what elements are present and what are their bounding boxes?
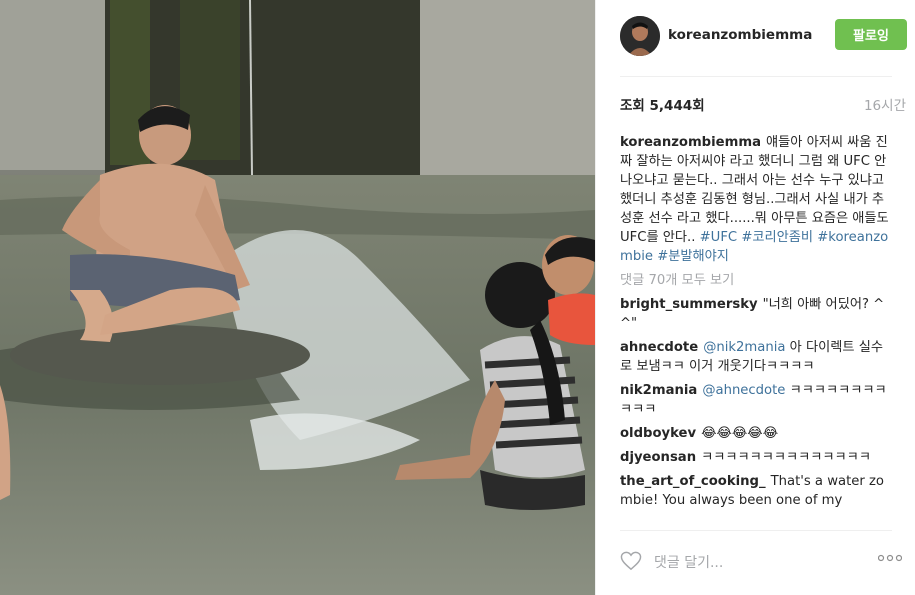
view-count: 조회 5,444회	[620, 98, 705, 114]
comment-text: 😂😂😂😂😂	[701, 426, 779, 441]
comment-mention[interactable]: @ahnecdote	[702, 383, 785, 398]
avatar-image	[620, 16, 660, 56]
divider	[620, 530, 892, 531]
comment-list: koreanzombiemma 얘들아 아저씨 싸움 진짜 잘하는 아저씨야 라고…	[620, 133, 895, 528]
heart-icon[interactable]	[620, 551, 642, 571]
comment-item: djyeonsan ㅋㅋㅋㅋㅋㅋㅋㅋㅋㅋㅋㅋㅋㅋ	[620, 448, 895, 467]
photo-illustration	[0, 0, 595, 595]
comment-username[interactable]: nik2mania	[620, 383, 697, 398]
post-time[interactable]: 16시간	[864, 94, 906, 114]
comment-item: the_art_of_cooking_ That's a water zombie…	[620, 472, 895, 510]
add-comment-input[interactable]: 댓글 달기...	[654, 552, 723, 572]
author-username[interactable]: koreanzombiemma	[668, 27, 812, 43]
comment-username[interactable]: the_art_of_cooking_	[620, 474, 766, 489]
caption: koreanzombiemma 얘들아 아저씨 싸움 진짜 잘하는 아저씨야 라고…	[620, 133, 895, 266]
following-button[interactable]: 팔로잉	[835, 19, 907, 50]
comment-username[interactable]: bright_summersky	[620, 297, 758, 312]
comment-item: ahnecdote @nik2mania 아 다이렉트 실수로 보냄ㅋㅋ 이거 개…	[620, 338, 895, 376]
comment-item: bright_summersky "너희 아빠 어딨어? ^^"	[620, 295, 895, 333]
hashtag[interactable]: #UFC	[700, 230, 738, 245]
divider	[620, 76, 892, 77]
post-stats: 조회 5,444회 16시간	[620, 94, 906, 114]
hashtag[interactable]: #코리안좀비	[741, 230, 813, 245]
comment-mention[interactable]: @nik2mania	[703, 340, 785, 355]
comment-item: nik2mania @ahnecdote ㅋㅋㅋㅋㅋㅋㅋㅋㅋㅋㅋ	[620, 381, 895, 419]
comment-item: oldboykev 😂😂😂😂😂	[620, 424, 895, 443]
post-photo[interactable]	[0, 0, 595, 595]
comment-username[interactable]: ahnecdote	[620, 340, 698, 355]
post-header: koreanzombiemma 팔로잉	[620, 16, 907, 56]
load-more-comments[interactable]: 댓글 70개 모두 보기	[620, 271, 895, 290]
comment-username[interactable]: oldboykev	[620, 426, 696, 441]
post-footer: 댓글 달기...	[620, 542, 906, 582]
hashtag[interactable]: #분발해야지	[657, 249, 729, 264]
caption-username[interactable]: koreanzombiemma	[620, 135, 761, 150]
comment-text: ㅋㅋㅋㅋㅋㅋㅋㅋㅋㅋㅋㅋㅋㅋ	[701, 450, 871, 465]
caption-text: 얘들아 아저씨 싸움 진짜 잘하는 아저씨야 라고 했더니 그럼 왜 UFC 안…	[620, 135, 889, 245]
post-side-panel: koreanzombiemma 팔로잉 조회 5,444회 16시간 korea…	[595, 0, 915, 595]
avatar[interactable]	[620, 16, 660, 56]
more-options-icon[interactable]	[878, 554, 902, 562]
comment-username[interactable]: djyeonsan	[620, 450, 696, 465]
